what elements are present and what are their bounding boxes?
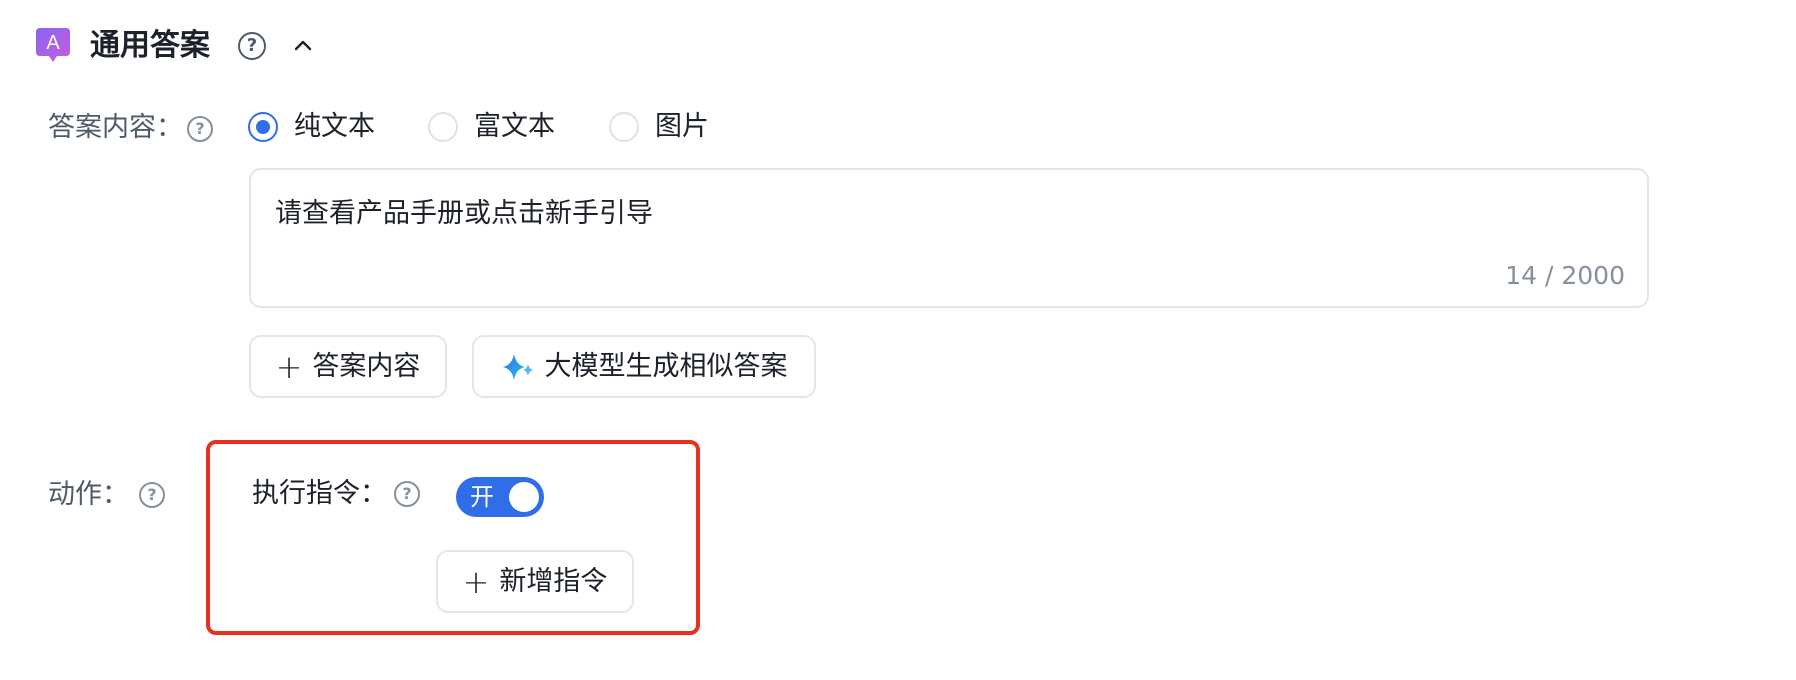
radio-label: 富文本 (474, 111, 555, 142)
radio-button[interactable] (428, 112, 458, 142)
section-title: 通用答案 (90, 28, 210, 63)
plus-icon: + (462, 562, 490, 601)
ai-generate-button[interactable]: 大模型生成相似答案 (472, 335, 816, 398)
radio-image[interactable]: 图片 (609, 107, 709, 147)
radio-label: 纯文本 (294, 111, 375, 142)
toggle-label: 开 (470, 483, 494, 511)
answer-text: 请查看产品手册或点击新手引导 (275, 198, 653, 229)
execute-command-label: 执行指令： (252, 478, 387, 509)
radio-rich-text[interactable]: 富文本 (428, 107, 555, 147)
radio-button-checked[interactable] (248, 112, 278, 142)
sparkle-icon (501, 352, 535, 382)
answer-textarea[interactable]: 请查看产品手册或点击新手引导 14 / 2000 (249, 168, 1649, 308)
answer-content-label: 答案内容： (48, 112, 183, 143)
svg-text:A: A (46, 32, 60, 54)
character-count: 14 / 2000 (1505, 261, 1625, 290)
radio-plain-text[interactable]: 纯文本 (248, 107, 375, 147)
question-circle-icon[interactable]: ? (139, 482, 165, 508)
question-circle-icon[interactable]: ? (187, 116, 213, 142)
radio-button[interactable] (609, 112, 639, 142)
plus-icon: + (275, 347, 303, 386)
app-logo-icon: A (34, 26, 72, 64)
add-answer-label: 答案内容 (312, 350, 421, 382)
execute-command-toggle[interactable]: 开 (456, 477, 544, 517)
action-label: 动作： (48, 479, 129, 510)
add-answer-button[interactable]: + 答案内容 (249, 335, 447, 398)
question-circle-icon[interactable]: ? (394, 481, 420, 507)
ai-generate-label: 大模型生成相似答案 (544, 350, 788, 382)
question-circle-icon[interactable]: ? (238, 32, 266, 60)
radio-label: 图片 (655, 111, 709, 142)
chevron-up-icon[interactable] (290, 32, 316, 58)
toggle-knob (509, 482, 539, 512)
add-command-button[interactable]: + 新增指令 (436, 550, 634, 613)
add-command-label: 新增指令 (499, 565, 608, 597)
